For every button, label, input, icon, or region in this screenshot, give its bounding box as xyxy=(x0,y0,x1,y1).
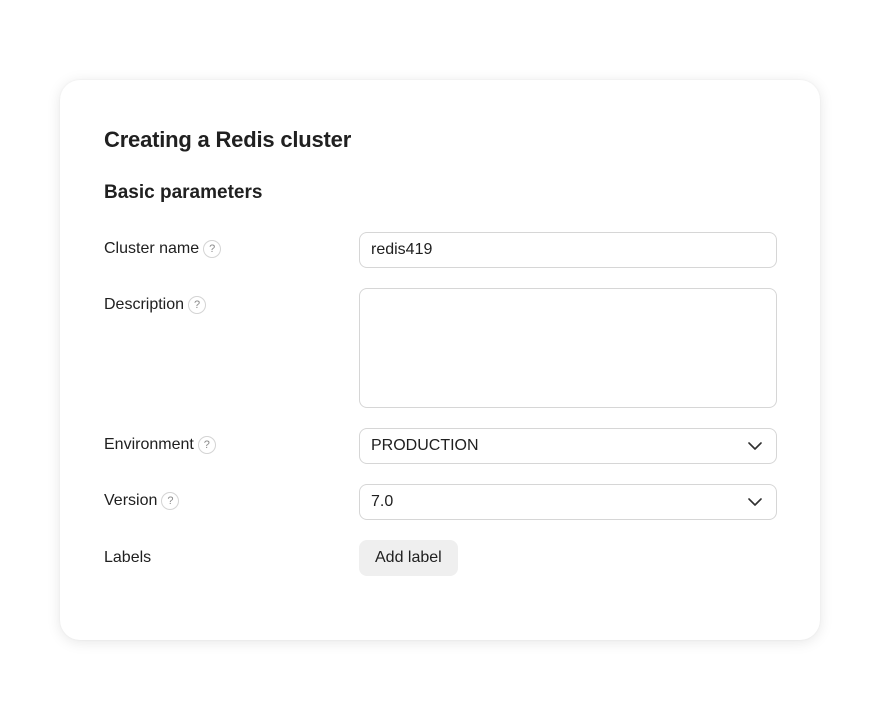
description-textarea[interactable] xyxy=(359,288,777,408)
environment-select[interactable]: PRODUCTION xyxy=(359,428,777,464)
version-label-row: Version ? xyxy=(104,489,180,513)
description-label: Description xyxy=(104,296,185,313)
description-help-icon[interactable]: ? xyxy=(188,296,207,314)
add-label-button[interactable]: Add label xyxy=(359,540,458,576)
environment-label: Environment xyxy=(104,436,194,453)
cluster-name-help-icon[interactable]: ? xyxy=(203,240,222,258)
version-select[interactable]: 7.0 xyxy=(359,484,777,520)
version-label: Version xyxy=(104,492,158,509)
chevron-down-icon xyxy=(747,438,763,454)
create-cluster-card: Creating a Redis cluster Basic parameter… xyxy=(60,80,820,640)
labels-label: Labels xyxy=(104,549,152,566)
labels-label-row: Labels xyxy=(104,546,151,570)
environment-help-icon[interactable]: ? xyxy=(197,436,216,454)
cluster-name-input[interactable] xyxy=(359,232,777,268)
environment-select-value: PRODUCTION xyxy=(371,437,479,454)
cluster-name-label-row: Cluster name ? xyxy=(104,237,222,261)
page-title: Creating a Redis cluster xyxy=(104,127,352,152)
chevron-down-icon xyxy=(747,494,763,510)
version-help-icon[interactable]: ? xyxy=(161,492,180,510)
version-select-value: 7.0 xyxy=(371,493,394,510)
description-label-row: Description ? xyxy=(104,293,207,317)
cluster-name-label: Cluster name xyxy=(104,240,200,257)
environment-label-row: Environment ? xyxy=(104,433,216,457)
section-title-basic-parameters: Basic parameters xyxy=(104,182,263,203)
